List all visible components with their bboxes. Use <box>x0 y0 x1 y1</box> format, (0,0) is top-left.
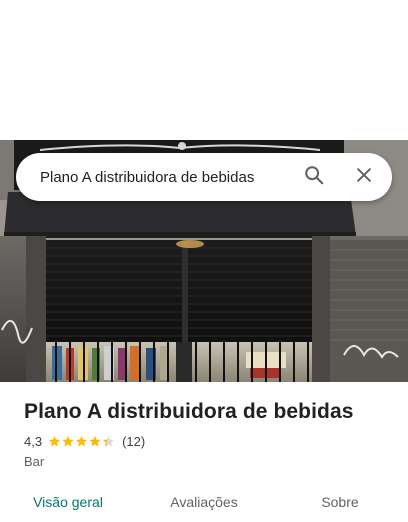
tab-bar: Visão geral Avaliações Sobre <box>0 484 408 522</box>
star-icon <box>89 435 101 447</box>
rating-value: 4,3 <box>24 433 43 449</box>
star-icon <box>62 435 74 447</box>
place-info: Plano A distribuidora de bebidas 4,3 (12… <box>24 398 394 469</box>
star-icon <box>48 435 61 447</box>
place-panel: Plano A distribuidora de bebidas Plano A… <box>0 0 408 522</box>
rating-row[interactable]: 4,3 (12) <box>24 432 394 450</box>
place-name: Plano A distribuidora de bebidas <box>24 400 354 423</box>
tab-about[interactable]: Sobre <box>272 484 408 522</box>
close-button[interactable] <box>344 157 384 197</box>
search-icon <box>303 164 325 191</box>
search-input[interactable]: Plano A distribuidora de bebidas <box>16 169 294 186</box>
review-count[interactable]: (12) <box>122 434 145 449</box>
tab-reviews[interactable]: Avaliações <box>136 484 272 522</box>
close-icon <box>354 165 374 190</box>
search-button[interactable] <box>294 157 334 197</box>
tab-overview[interactable]: Visão geral <box>0 484 136 522</box>
star-rating <box>48 434 116 448</box>
search-bar[interactable]: Plano A distribuidora de bebidas <box>16 153 392 201</box>
star-icon <box>75 435 88 447</box>
place-category: Bar <box>24 454 45 469</box>
